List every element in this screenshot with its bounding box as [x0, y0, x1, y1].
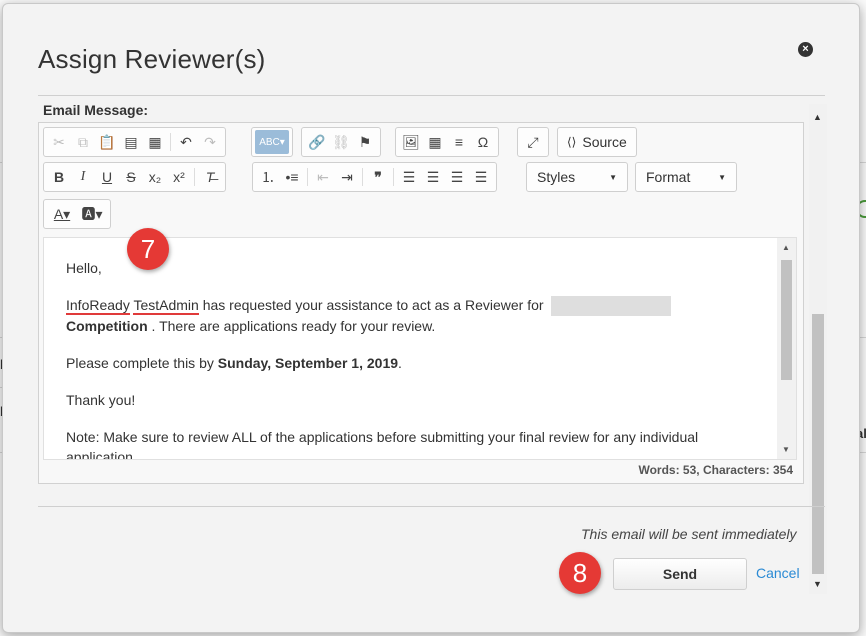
clipboard-group: ✂ ⧉ 📋 ▤ ▦ ↶ ↷ — [43, 127, 226, 157]
chevron-down-icon: ▼ — [718, 172, 726, 182]
format-label: Format — [646, 169, 691, 185]
step-badge-8: 8 — [559, 552, 601, 594]
source-label: Source — [582, 134, 627, 150]
deadline-paragraph: Please complete this by Sunday, Septembe… — [66, 353, 756, 373]
spellcheck-icon[interactable]: ABC▾ — [255, 130, 289, 154]
send-notice: This email will be sent immediately — [581, 526, 797, 542]
link-group: 🔗 ⛓ ⚑ — [301, 127, 381, 157]
text-color-icon[interactable]: A▾ — [47, 202, 77, 226]
styles-dropdown[interactable]: Styles ▼ — [526, 162, 628, 192]
spellcheck-group: ABC▾ — [251, 127, 293, 157]
editor-content-area[interactable]: Hello, InfoReady TestAdmin has requested… — [43, 237, 797, 460]
styles-label: Styles — [537, 169, 576, 185]
scroll-down-icon[interactable]: ▼ — [813, 579, 822, 589]
deadline-date: Sunday, September 1, 2019 — [217, 355, 399, 372]
deadline-text: Please complete this by — [66, 355, 218, 372]
redo-icon[interactable]: ↷ — [198, 130, 222, 154]
misspelled-word: InfoReady — [66, 297, 130, 315]
indent-icon[interactable]: ⇥ — [335, 165, 359, 189]
anchor-icon[interactable]: ⚑ — [353, 130, 377, 154]
scroll-up-icon[interactable]: ▲ — [813, 112, 822, 122]
image-icon[interactable]: 🖼 — [399, 130, 423, 154]
editor-toolbar: ✂ ⧉ 📋 ▤ ▦ ↶ ↷ ABC▾ 🔗 ⛓ ⚑ 🖼 ▦ ≡ Ω ⤢ ⟨⟩ So… — [39, 123, 803, 231]
note-paragraph: Note: Make sure to review ALL of the app… — [66, 429, 699, 460]
thanks-paragraph: Thank you! — [66, 392, 136, 409]
dialog-scroll-area: Email Message: ✂ ⧉ 📋 ▤ ▦ ↶ ↷ ABC▾ 🔗 ⛓ ⚑ … — [38, 96, 827, 498]
copy-icon[interactable]: ⧉ — [71, 130, 95, 154]
horizontal-rule-icon[interactable]: ≡ — [447, 130, 471, 154]
colors-group: A▾ 🅰▾ — [43, 199, 111, 229]
misspelled-word: TestAdmin — [133, 297, 199, 315]
remove-format-icon[interactable]: T̶ — [198, 165, 222, 189]
scrollbar-thumb[interactable] — [781, 260, 792, 380]
close-icon[interactable]: × — [798, 42, 813, 57]
scrollbar-thumb[interactable] — [812, 314, 824, 574]
scroll-down-icon[interactable]: ▼ — [782, 445, 790, 454]
toolbar-separator — [393, 168, 394, 186]
redacted-competition-name — [551, 296, 672, 317]
justify-icon[interactable]: ☰ — [469, 165, 493, 189]
basic-styles-group: B I U S x₂ x² T̶ — [43, 162, 226, 192]
table-icon[interactable]: ▦ — [423, 130, 447, 154]
rich-text-editor: ✂ ⧉ 📋 ▤ ▦ ↶ ↷ ABC▾ 🔗 ⛓ ⚑ 🖼 ▦ ≡ Ω ⤢ ⟨⟩ So… — [38, 122, 804, 484]
send-button[interactable]: Send — [613, 558, 747, 590]
email-body[interactable]: Hello, InfoReady TestAdmin has requested… — [66, 258, 756, 460]
paste-icon[interactable]: 📋 — [95, 130, 119, 154]
footer-divider — [38, 506, 825, 507]
request-end-text: . There are applications ready for your … — [147, 318, 436, 335]
blockquote-icon[interactable]: ❞ — [366, 165, 390, 189]
source-icon: ⟨⟩ — [567, 135, 577, 149]
superscript-icon[interactable]: x² — [167, 165, 191, 189]
toolbar-separator — [170, 133, 171, 151]
underline-icon[interactable]: U — [95, 165, 119, 189]
numbered-list-icon[interactable]: ⒈ — [256, 165, 280, 189]
align-center-icon[interactable]: ☰ — [421, 165, 445, 189]
bullet-list-icon[interactable]: •≡ — [280, 165, 304, 189]
word-count: Words: 53, Characters: 354 — [638, 463, 793, 477]
step-badge-7: 7 — [127, 228, 169, 270]
italic-icon[interactable]: I — [71, 165, 95, 189]
insert-group: 🖼 ▦ ≡ Ω — [395, 127, 499, 157]
greeting-paragraph: Hello, — [66, 260, 102, 276]
deadline-end: . — [398, 355, 402, 372]
source-group: ⟨⟩ Source — [557, 127, 637, 157]
paragraph-group: ⒈ •≡ ⇤ ⇥ ❞ ☰ ☰ ☰ ☰ — [252, 162, 497, 192]
chevron-down-icon: ▼ — [609, 172, 617, 182]
toolbar-separator — [362, 168, 363, 186]
strike-icon[interactable]: S — [119, 165, 143, 189]
undo-icon[interactable]: ↶ — [174, 130, 198, 154]
unlink-icon[interactable]: ⛓ — [329, 130, 353, 154]
outdent-icon[interactable]: ⇤ — [311, 165, 335, 189]
maximize-icon[interactable]: ⤢ — [521, 130, 545, 154]
cancel-link[interactable]: Cancel — [756, 565, 800, 581]
request-text: has requested your assistance to act as … — [198, 297, 548, 313]
dialog-scrollbar[interactable]: ▲ ▼ — [809, 104, 827, 594]
maximize-group: ⤢ — [517, 127, 549, 157]
special-char-icon[interactable]: Ω — [471, 130, 495, 154]
source-button[interactable]: ⟨⟩ Source — [561, 134, 633, 150]
toolbar-separator — [194, 168, 195, 186]
toolbar-separator — [307, 168, 308, 186]
bold-icon[interactable]: B — [47, 165, 71, 189]
request-paragraph: InfoReady TestAdmin has requested your a… — [66, 295, 756, 336]
subscript-icon[interactable]: x₂ — [143, 165, 167, 189]
dialog-title: Assign Reviewer(s) — [38, 44, 266, 74]
email-message-label: Email Message: — [43, 102, 149, 118]
scroll-up-icon[interactable]: ▲ — [782, 243, 790, 252]
content-scrollbar[interactable]: ▲ ▼ — [777, 238, 796, 459]
bg-color-icon[interactable]: 🅰▾ — [77, 202, 107, 226]
align-right-icon[interactable]: ☰ — [445, 165, 469, 189]
align-left-icon[interactable]: ☰ — [397, 165, 421, 189]
competition-label: Competition — [66, 318, 148, 335]
paste-word-icon[interactable]: ▦ — [143, 130, 167, 154]
cut-icon[interactable]: ✂ — [47, 130, 71, 154]
paste-text-icon[interactable]: ▤ — [119, 130, 143, 154]
format-dropdown[interactable]: Format ▼ — [635, 162, 737, 192]
assign-reviewers-dialog: Assign Reviewer(s) × Email Message: ✂ ⧉ … — [2, 3, 860, 633]
link-icon[interactable]: 🔗 — [305, 130, 329, 154]
